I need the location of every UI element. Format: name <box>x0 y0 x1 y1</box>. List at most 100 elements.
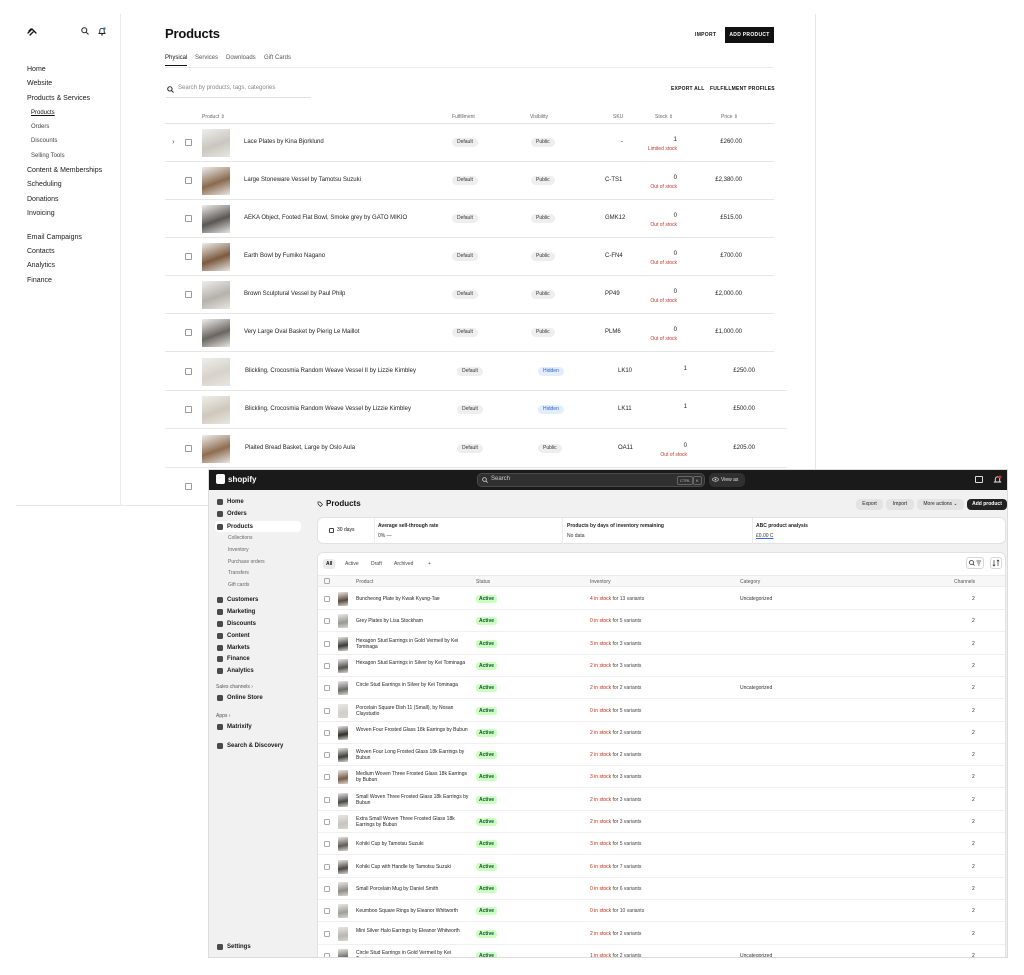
sidebar-item-collections[interactable]: Collections <box>228 535 252 541</box>
shopify-logo[interactable]: shopify <box>216 474 256 484</box>
sidebar-item-analytics[interactable]: Analytics <box>217 668 254 674</box>
product-name[interactable]: Kohiki Cup with Handle by Tamotsu Suzuki <box>356 864 472 870</box>
tab-archived[interactable]: Archived <box>391 559 416 569</box>
tab-services[interactable]: Services <box>195 55 218 61</box>
row-checkbox[interactable] <box>324 819 330 825</box>
sidebar-item-email-campaigns[interactable]: Email Campaigns <box>27 234 82 241</box>
product-name[interactable]: Grey Plates by Lisa Stockham <box>356 618 472 624</box>
sidebar-item-discounts[interactable]: Discounts <box>217 621 256 627</box>
table-row[interactable]: AEKA Object, Footed Flat Bowl, Smoke gre… <box>165 200 774 238</box>
table-row[interactable]: Large Stoneware Vessel by Tamotsu Suzuki… <box>165 162 774 200</box>
table-row[interactable]: Plaited Bread Basket, Large by Oslo Aula… <box>165 430 787 468</box>
tab-gift-cards[interactable]: Gift Cards <box>264 55 291 61</box>
table-row[interactable]: Kohiki Cup with Handle by Tamotsu Suzuki… <box>318 856 1005 878</box>
sidebar-item-markets[interactable]: Markets <box>217 645 250 651</box>
more-actions-button[interactable]: More actions ⌄ <box>917 499 964 510</box>
row-checkbox[interactable] <box>324 729 330 736</box>
fulfillment-profiles-button[interactable]: FULFILLMENT PROFILES <box>710 86 775 92</box>
product-name[interactable]: Large Stoneware Vessel by Tamotsu Suzuki <box>244 177 361 183</box>
column-header-inventory[interactable]: Inventory <box>590 579 611 585</box>
date-range-button[interactable]: 30 days <box>325 524 367 537</box>
row-checkbox[interactable] <box>324 662 330 669</box>
column-header-product[interactable]: Product ⇕ <box>202 114 225 120</box>
sidebar-item-finance[interactable]: Finance <box>27 277 52 284</box>
product-name[interactable]: Small Porcelain Mug by Daniel Smith <box>356 886 472 892</box>
product-name[interactable]: Woven Four Frosted Glass 18k Earrings by… <box>356 727 472 733</box>
table-row[interactable]: Circle Stud Earrings in Gold Vermeil by … <box>318 945 1005 957</box>
product-name[interactable]: Extra Small Woven Three Frosted Glass 18… <box>356 816 472 828</box>
row-checkbox[interactable] <box>324 796 330 803</box>
row-checkbox[interactable] <box>324 885 330 892</box>
column-header-category[interactable]: Category <box>740 579 760 585</box>
apps-heading[interactable]: Apps › <box>216 713 230 719</box>
table-row[interactable]: Brown Sculptural Vessel by Paul Philp Def… <box>165 276 774 314</box>
sidebar-item-online-store[interactable]: Online Store <box>217 695 263 701</box>
product-name[interactable]: Blickling, Crocosmia Random Weave Vessel… <box>245 406 411 412</box>
row-checkbox[interactable] <box>324 707 330 714</box>
table-row[interactable]: Extra Small Woven Three Frosted Glass 18… <box>318 811 1005 833</box>
table-row[interactable]: Keumboo Square Rings by Eleanor Whitwort… <box>318 900 1005 923</box>
add-view-button[interactable]: + <box>425 559 434 569</box>
row-checkbox[interactable] <box>185 367 192 375</box>
stat-days-inventory-label[interactable]: Products by days of inventory remaining <box>567 523 664 529</box>
product-name[interactable]: Lace Plates by Kina Bjorklund <box>244 139 324 145</box>
sidebar-item-contacts[interactable]: Contacts <box>27 248 55 255</box>
select-all-checkbox[interactable] <box>324 578 330 584</box>
product-name[interactable]: Blickling, Crocosmia Random Weave Vessel… <box>245 368 416 374</box>
store-icon[interactable] <box>975 476 983 483</box>
row-checkbox[interactable] <box>324 841 330 848</box>
row-checkbox[interactable] <box>185 177 192 184</box>
stat-sell-through-label[interactable]: Average sell-through rate <box>378 523 438 529</box>
search-icon[interactable] <box>81 27 89 35</box>
table-row[interactable]: › Lace Plates by Kina Bjorklund Default Pub… <box>165 124 774 162</box>
table-row[interactable]: Blickling, Crocosmia Random Weave Vessel… <box>165 353 787 391</box>
sidebar-item-products-services[interactable]: Products & Services <box>27 95 90 102</box>
product-name[interactable]: Small Woven Three Frosted Glass 18k Earr… <box>356 794 472 806</box>
row-checkbox[interactable] <box>324 774 330 781</box>
sidebar-item-home[interactable]: Home <box>27 66 46 73</box>
squarespace-logo-icon[interactable] <box>26 26 38 38</box>
sidebar-item-content-memberships[interactable]: Content & Memberships <box>27 167 102 174</box>
table-row[interactable]: Woven Four Frosted Glass 18k Earrings by… <box>318 722 1005 744</box>
sidebar-item-selling-tools[interactable]: Selling Tools <box>31 153 65 159</box>
product-name[interactable]: Hexagon Stud Earrings in Silver by Kei T… <box>356 660 472 666</box>
stat-abc-analysis-label[interactable]: ABC product analysis <box>756 523 808 529</box>
table-row[interactable]: Buncheong Plate by Kwak Kyung-Tae Active 4… <box>318 588 1005 610</box>
sales-channels-heading[interactable]: Sales channels › <box>216 684 253 690</box>
column-header-product[interactable]: Product <box>356 579 373 585</box>
product-name[interactable]: Kohiki Cup by Tamotsu Suzuki <box>356 841 472 847</box>
product-name[interactable]: Very Large Oval Basket by Pierig Le Mail… <box>244 329 359 335</box>
row-checkbox[interactable] <box>185 406 192 413</box>
tab-active[interactable]: Active <box>342 559 362 569</box>
export-button[interactable]: Export <box>856 499 883 510</box>
table-row[interactable]: Small Porcelain Mug by Daniel Smith Activ… <box>318 878 1005 900</box>
product-name[interactable]: Porcelain Square Dish 11 (Small), by Nos… <box>356 705 472 717</box>
product-name[interactable]: Plaited Bread Basket, Large by Oslo Aula <box>245 445 355 451</box>
sidebar-item-settings[interactable]: Settings <box>217 944 251 950</box>
row-checkbox[interactable] <box>324 952 330 957</box>
tab-physical[interactable]: Physical <box>165 55 188 66</box>
product-name[interactable]: Mini Silver Halo Earrings by Eleanor Whi… <box>356 928 472 934</box>
row-checkbox[interactable] <box>324 752 330 759</box>
row-checkbox[interactable] <box>185 215 192 222</box>
table-row[interactable]: Hexagon Stud Earrings in Silver by Kei T… <box>318 655 1005 677</box>
sidebar-item-scheduling[interactable]: Scheduling <box>27 181 62 188</box>
import-button[interactable]: Import <box>886 499 914 510</box>
product-name[interactable]: Earth Bowl by Fumiko Nagano <box>244 253 325 259</box>
table-row[interactable]: Kohiki Cup by Tamotsu Suzuki Active 3 in s… <box>318 833 1005 856</box>
row-checkbox[interactable] <box>185 139 192 146</box>
sidebar-item-orders[interactable]: Orders <box>31 124 49 130</box>
row-checkbox[interactable] <box>324 640 330 647</box>
table-row[interactable]: Hexagon Stud Earrings in Gold Vermeil by… <box>318 633 1005 655</box>
table-row[interactable]: Blickling, Crocosmia Random Weave Vessel… <box>165 391 787 429</box>
sidebar-item-invoicing[interactable]: Invoicing <box>27 210 55 217</box>
row-checkbox[interactable] <box>324 685 330 692</box>
product-name[interactable]: Brown Sculptural Vessel by Paul Philp <box>244 291 345 297</box>
row-checkbox[interactable] <box>185 291 192 298</box>
product-name[interactable]: Keumboo Square Rings by Eleanor Whitwort… <box>356 908 472 914</box>
export-all-button[interactable]: EXPORT ALL <box>671 86 704 92</box>
search-input[interactable]: Search by products, tags, categories <box>166 84 311 98</box>
sidebar-item-products[interactable]: Products <box>31 110 55 116</box>
sidebar-item-matrixify[interactable]: Matrixify <box>217 724 252 730</box>
sidebar-item-inventory[interactable]: Inventory <box>228 547 249 553</box>
